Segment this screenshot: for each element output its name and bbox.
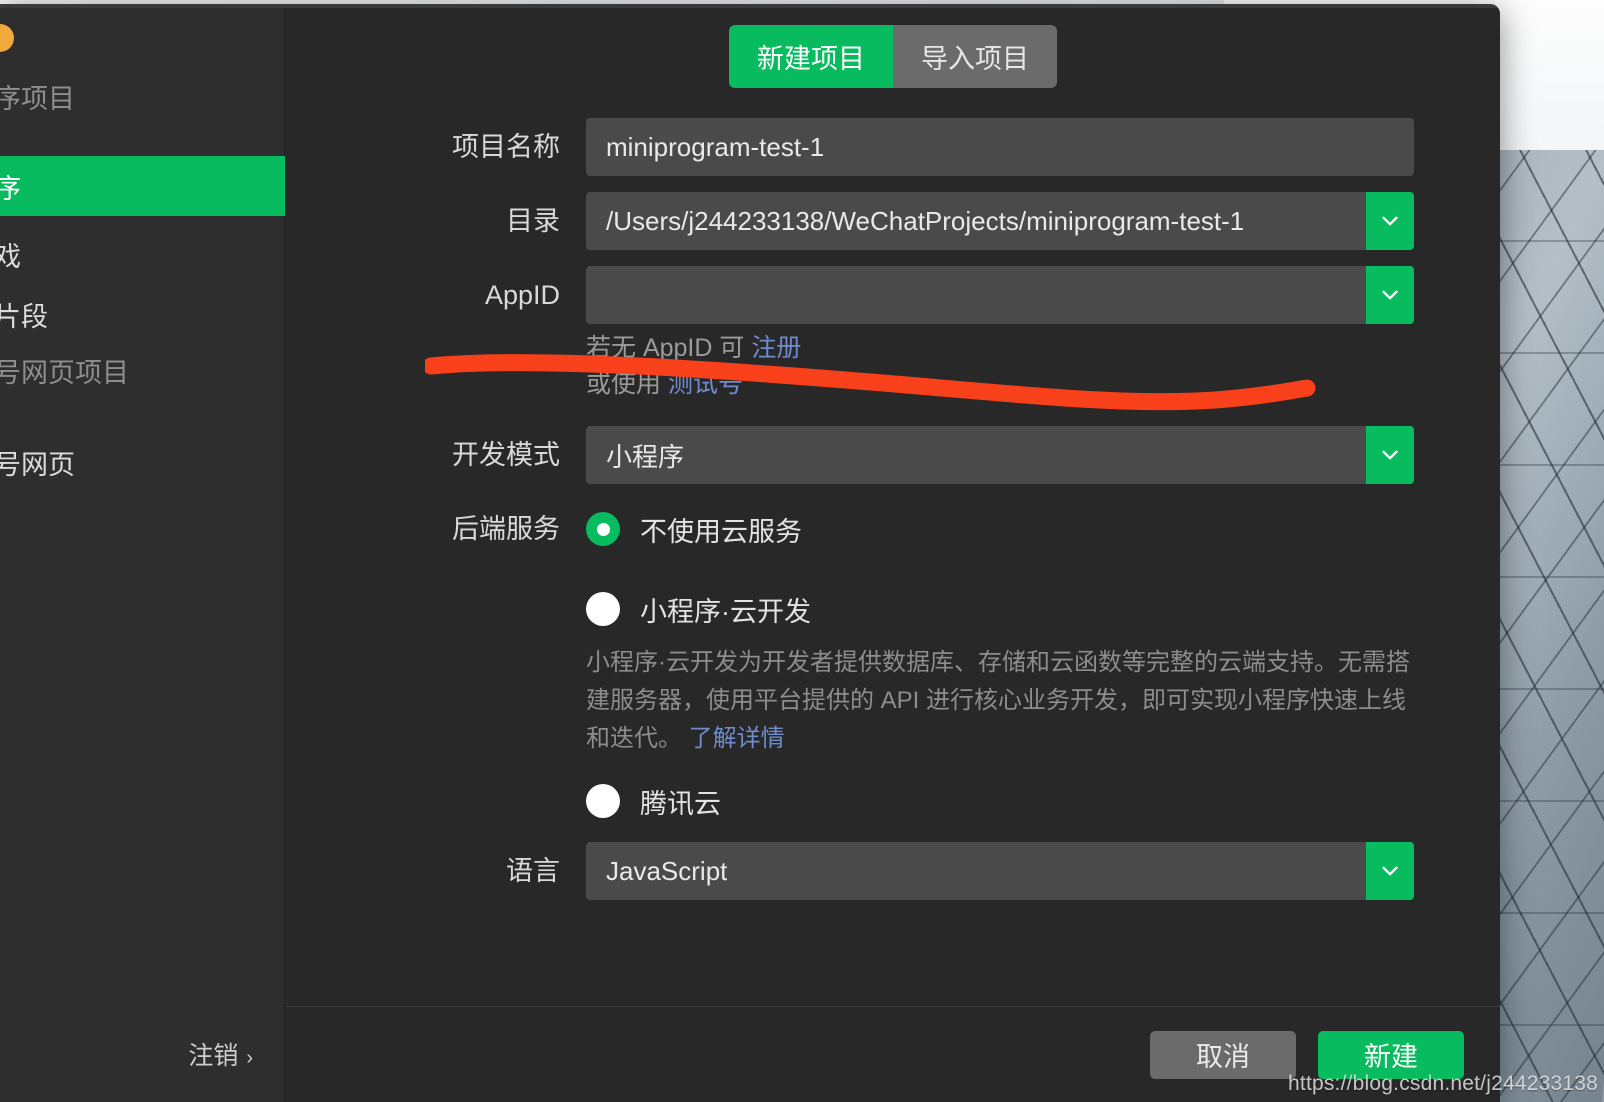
- chevron-down-icon: [1382, 450, 1398, 460]
- language-label: 语言: [506, 856, 560, 886]
- cloud-dev-description: 小程序·云开发为开发者提供数据库、存储和云函数等完整的云端支持。无需搭建服务器，…: [586, 638, 1416, 758]
- directory-dropdown-button[interactable]: [1366, 192, 1414, 250]
- directory-input[interactable]: /Users/j244233138/WeChatProjects/minipro…: [586, 192, 1414, 250]
- learn-more-link[interactable]: 了解详情: [689, 725, 785, 752]
- chevron-down-icon: [1382, 290, 1398, 300]
- tab-label: 导入项目: [921, 44, 1029, 74]
- logout-button[interactable]: 注销 ›: [0, 1036, 285, 1072]
- tab-label: 新建项目: [757, 44, 865, 74]
- sidebar-section-miniprogram: 小程序项目: [0, 84, 75, 114]
- tab-new-project[interactable]: 新建项目: [729, 25, 893, 88]
- sidebar-item-minigame[interactable]: 小游戏: [0, 224, 285, 284]
- project-name-value: miniprogram-test-1: [606, 131, 825, 162]
- project-name-input[interactable]: miniprogram-test-1: [586, 118, 1414, 176]
- avatar[interactable]: [0, 24, 14, 52]
- project-name-label: 项目名称: [452, 132, 560, 162]
- radio-label: 不使用云服务: [640, 516, 802, 547]
- radio-option-no-cloud[interactable]: 不使用云服务: [586, 500, 1414, 558]
- dev-mode-dropdown-button[interactable]: [1366, 426, 1414, 484]
- sidebar-item-label: 公众号网页: [0, 449, 75, 480]
- appid-dropdown-button[interactable]: [1366, 266, 1414, 324]
- dev-mode-label: 开发模式: [452, 440, 560, 470]
- tab-import-project[interactable]: 导入项目: [893, 25, 1057, 88]
- radio-option-cloud-dev[interactable]: 小程序·云开发: [586, 580, 1414, 638]
- app-window: 小程序项目 小程序 小游戏 代码片段 公众号网页项目 公众号网页 注销 ›: [0, 4, 1500, 1102]
- language-value: JavaScript: [606, 855, 728, 886]
- sidebar: 小程序项目 小程序 小游戏 代码片段 公众号网页项目 公众号网页 注销 ›: [0, 8, 285, 1102]
- new-project-form: 项目名称 miniprogram-test-1 目录 /Users/j24423…: [286, 118, 1500, 916]
- chevron-down-icon: [1382, 216, 1398, 226]
- radio-icon-unselected[interactable]: [586, 784, 620, 818]
- create-button-label: 新建: [1364, 1042, 1418, 1072]
- main-panel: 新建项目 导入项目 项目名称 miniprogram-test-1 目录 /Us: [286, 8, 1500, 1102]
- sidebar-item-official-account-page[interactable]: 公众号网页: [0, 432, 285, 492]
- appid-label: AppID: [484, 280, 560, 310]
- test-account-link[interactable]: 测试号: [668, 370, 743, 398]
- row-directory: 目录 /Users/j244233138/WeChatProjects/mini…: [286, 192, 1500, 250]
- row-backend-service: 后端服务 不使用云服务 小程序·云开发: [286, 500, 1500, 638]
- radio-icon-selected[interactable]: [586, 512, 620, 546]
- appid-hint-register: 若无 AppID 可 注册: [586, 330, 1414, 366]
- appid-hint-prefix: 若无 AppID 可: [586, 334, 745, 362]
- language-select[interactable]: JavaScript: [586, 842, 1414, 900]
- cancel-button-label: 取消: [1196, 1042, 1250, 1072]
- chevron-right-icon: ›: [246, 1047, 253, 1069]
- row-project-name: 项目名称 miniprogram-test-1: [286, 118, 1500, 176]
- row-tencent-cloud: 腾讯云: [286, 772, 1500, 830]
- radio-label: 腾讯云: [640, 788, 721, 819]
- appid-hint2-prefix: 或使用: [586, 370, 662, 398]
- backend-service-label: 后端服务: [452, 514, 560, 544]
- directory-value: /Users/j244233138/WeChatProjects/minipro…: [606, 205, 1245, 236]
- dev-mode-select[interactable]: 小程序: [586, 426, 1414, 484]
- sidebar-item-label: 小游戏: [0, 241, 21, 272]
- sidebar-item-miniprogram[interactable]: 小程序: [0, 156, 285, 216]
- cancel-button[interactable]: 取消: [1150, 1030, 1296, 1079]
- appid-hints: 若无 AppID 可 注册 或使用 测试号: [586, 324, 1414, 402]
- radio-label: 小程序·云开发: [640, 596, 811, 627]
- row-language: 语言 JavaScript: [286, 842, 1500, 900]
- tencent-cloud-option-wrap: 腾讯云: [586, 772, 1414, 830]
- register-link[interactable]: 注册: [751, 334, 801, 362]
- sidebar-item-label: 小程序: [0, 173, 21, 204]
- language-dropdown-button[interactable]: [1366, 842, 1414, 900]
- chevron-down-icon: [1382, 866, 1398, 876]
- appid-hint-testid: 或使用 测试号: [586, 366, 1414, 402]
- radio-option-tencent-cloud[interactable]: 腾讯云: [586, 772, 1414, 830]
- radio-icon-unselected[interactable]: [586, 592, 620, 626]
- sidebar-item-label: 代码片段: [0, 301, 48, 332]
- tab-group: 新建项目 导入项目: [729, 25, 1057, 88]
- appid-input[interactable]: [586, 266, 1414, 324]
- logout-label: 注销: [188, 1042, 239, 1070]
- sidebar-item-code-snippet[interactable]: 代码片段: [0, 284, 285, 344]
- dev-mode-value: 小程序: [606, 441, 685, 472]
- directory-label: 目录: [506, 206, 560, 236]
- watermark: https://blog.csdn.net/j244233138: [1288, 1072, 1598, 1095]
- tabbar: 新建项目 导入项目: [286, 25, 1500, 88]
- sidebar-section-official-account: 公众号网页项目: [0, 358, 129, 388]
- backend-options: 不使用云服务 小程序·云开发: [586, 500, 1414, 638]
- row-appid: AppID: [286, 266, 1500, 324]
- row-dev-mode: 开发模式 小程序: [286, 426, 1500, 484]
